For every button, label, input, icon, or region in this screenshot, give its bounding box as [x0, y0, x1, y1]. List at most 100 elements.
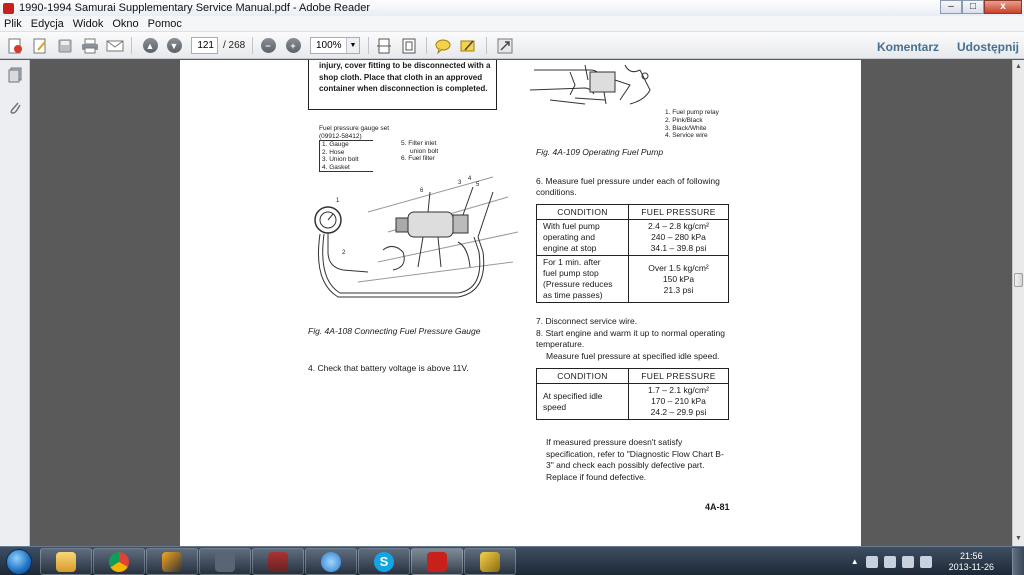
scroll-thumb[interactable] — [1014, 273, 1023, 287]
tray-volume-icon[interactable] — [901, 555, 914, 568]
minimize-button[interactable]: – — [940, 0, 962, 14]
taskbar-winamp[interactable] — [146, 548, 198, 575]
menu-window[interactable]: Okno — [112, 18, 138, 30]
legend-item: 2. Pink/Black — [665, 116, 703, 124]
print-icon[interactable] — [80, 36, 100, 55]
show-hidden-icons[interactable]: ▲ — [851, 557, 859, 566]
cell-line: engine at stop — [543, 243, 597, 253]
relay-legend: 1. Fuel pump relay 2. Pink/Black 3. Blac… — [665, 109, 719, 140]
legend-item: 4. Gasket — [322, 163, 350, 171]
legend-item: 3. Union bolt — [322, 156, 359, 163]
cell-line: 150 kPa — [662, 273, 695, 284]
taskbar-skype[interactable]: S — [358, 548, 410, 575]
legend-item: 4. Service wire — [665, 132, 708, 140]
tray-language-icon[interactable] — [919, 555, 932, 568]
page-number-input[interactable]: 121 — [191, 37, 218, 54]
previous-page-button[interactable]: ▲ — [140, 36, 160, 55]
step-8: 8. Start engine and warm it up to normal… — [536, 327, 725, 350]
legend-item: 6. Fuel filter — [401, 155, 435, 162]
show-desktop-button[interactable] — [1012, 548, 1024, 575]
save-icon[interactable] — [55, 36, 75, 55]
navigation-pane — [0, 60, 30, 546]
svg-text:4: 4 — [468, 176, 472, 182]
share-panel-link[interactable]: Udostępnij — [957, 40, 1019, 54]
folder-icon — [56, 551, 76, 572]
menu-file[interactable]: Plik — [4, 18, 22, 30]
comment-panel-link[interactable]: Komentarz — [877, 40, 939, 54]
menu-help[interactable]: Pomoc — [148, 18, 182, 30]
zoom-in-button[interactable]: + — [283, 36, 303, 55]
svg-text:5: 5 — [476, 182, 480, 188]
arrow-up-icon: ▲ — [142, 38, 158, 53]
page-total: / 268 — [223, 40, 246, 51]
idle-pressure-table: CONDITION FUEL PRESSURE At specified idl… — [536, 368, 729, 420]
cell-line: 1.7 – 2.1 kg/cm² — [648, 385, 709, 395]
taskbar-chrome[interactable] — [93, 548, 145, 575]
taskbar-tool[interactable] — [464, 548, 516, 575]
step-7: 7. Disconnect service wire. — [536, 316, 638, 326]
vertical-scrollbar[interactable]: ▲ ▼ — [1012, 60, 1024, 546]
table-header: FUEL PRESSURE — [628, 368, 729, 384]
create-pdf-icon[interactable] — [5, 36, 25, 55]
maximize-button[interactable]: □ — [962, 0, 984, 14]
legend-item: 2. Hose — [322, 148, 345, 156]
svg-text:6: 6 — [420, 188, 424, 194]
fit-width-icon[interactable] — [374, 36, 394, 55]
clock[interactable]: 21:56 2013-11-26 — [949, 551, 994, 573]
attachments-icon[interactable] — [7, 98, 23, 116]
zoom-select[interactable]: 100% ▼ — [310, 37, 360, 54]
warning-box: injury, cover fitting to be disconnected… — [308, 60, 497, 110]
taskbar-media[interactable] — [199, 548, 251, 575]
legend-item: union bolt — [410, 147, 439, 155]
close-button[interactable]: x — [984, 0, 1022, 14]
taskbar-explorer[interactable] — [40, 548, 92, 575]
pages-icon[interactable] — [7, 66, 23, 84]
legend-item: 1. Fuel pump relay — [665, 109, 719, 116]
tray-network-icon[interactable] — [883, 555, 896, 568]
taskbar: S ▲ 21:56 2013-11-26 — [0, 546, 1024, 575]
gauge-set-legend: Fuel pressure gauge set (09912-58412) 1.… — [319, 125, 438, 172]
fuel-pressure-table: CONDITION FUEL PRESSURE With fuel pump o… — [536, 204, 729, 303]
skype-icon: S — [374, 551, 394, 572]
cell-line: With fuel pump — [543, 221, 600, 231]
edit-pdf-icon[interactable] — [30, 36, 50, 55]
wrench-icon — [480, 551, 500, 572]
step-4: 4. Check that battery voltage is above 1… — [308, 363, 469, 373]
legend-item: 5. Filter inlet — [401, 140, 437, 147]
next-page-button[interactable]: ▼ — [164, 36, 184, 55]
taskbar-game[interactable] — [252, 548, 304, 575]
system-tray: ▲ 21:56 2013-11-26 — [851, 548, 1024, 575]
gauge-set-part: (09912-58412) — [319, 132, 362, 140]
tray-usb-icon[interactable] — [865, 555, 878, 568]
cell-line: At specified idle — [543, 390, 603, 401]
fuel-pressure-gauge-illustration: 1 2 6 345 — [314, 176, 519, 298]
taskbar-acrobat[interactable] — [411, 548, 463, 575]
window-title: 1990-1994 Samurai Supplementary Service … — [19, 2, 370, 14]
legend-item: 1. Gauge — [322, 141, 349, 148]
lightning-icon — [162, 551, 182, 572]
plus-icon: + — [285, 38, 301, 53]
expand-icon[interactable] — [495, 36, 515, 55]
email-icon[interactable] — [105, 36, 125, 55]
scroll-up-icon[interactable]: ▲ — [1014, 62, 1023, 72]
step-8-sub: Measure fuel pressure at specified idle … — [546, 350, 720, 361]
svg-text:2: 2 — [342, 250, 346, 256]
cell-line: speed — [543, 401, 567, 412]
zoom-out-button[interactable]: − — [258, 36, 278, 55]
taskbar-itunes[interactable] — [305, 548, 357, 575]
pdf-page: injury, cover fitting to be disconnected… — [180, 60, 861, 546]
fit-page-icon[interactable] — [399, 36, 419, 55]
scroll-down-icon[interactable]: ▼ — [1014, 534, 1023, 544]
comment-icon[interactable] — [433, 36, 453, 55]
table-header: CONDITION — [536, 368, 629, 384]
menu-bar: Plik Edycja Widok Okno Pomoc — [0, 16, 1024, 32]
menu-edit[interactable]: Edycja — [31, 18, 64, 30]
start-button[interactable] — [6, 549, 32, 575]
adobe-reader-icon — [3, 2, 14, 14]
highlight-icon[interactable] — [458, 36, 478, 55]
chevron-down-icon[interactable]: ▼ — [346, 38, 359, 53]
table-row: With fuel pump operating and engine at s… — [536, 219, 729, 256]
cell-line: 21.3 psi — [663, 284, 694, 295]
toolbar: ▲ ▼ 121 / 268 − + 100% ▼ Komentarz Udost… — [0, 32, 1024, 59]
menu-view[interactable]: Widok — [73, 18, 104, 30]
